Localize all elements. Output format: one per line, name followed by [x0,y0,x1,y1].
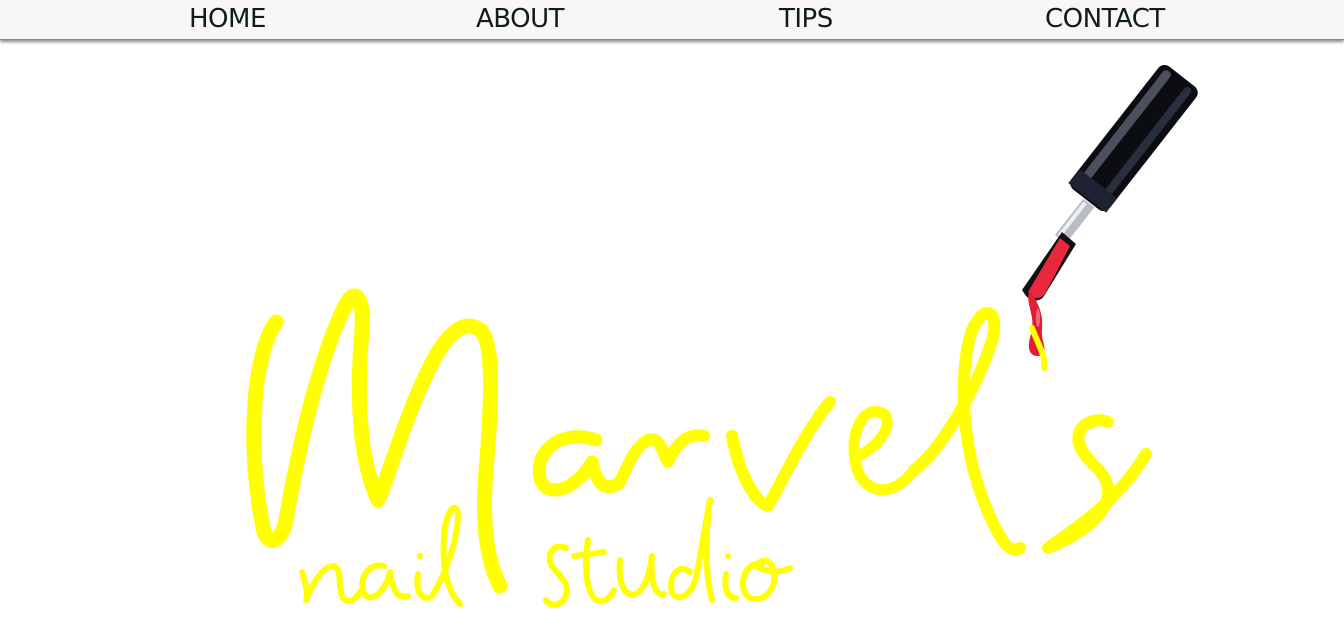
nav-contact-link[interactable]: CONTACT [1045,4,1165,34]
nail-polish-brush-icon [1022,64,1198,357]
nav-about-link[interactable]: ABOUT [476,4,565,34]
nav-home-link[interactable]: HOME [189,4,266,34]
brand-logo [246,64,1198,608]
nav-tips-link[interactable]: TIPS [779,4,833,34]
hero-section: Marvel's nail studio [0,40,1344,624]
top-navigation: HOME ABOUT TIPS CONTACT [0,0,1344,40]
brand-tagline-lettering [299,497,793,608]
